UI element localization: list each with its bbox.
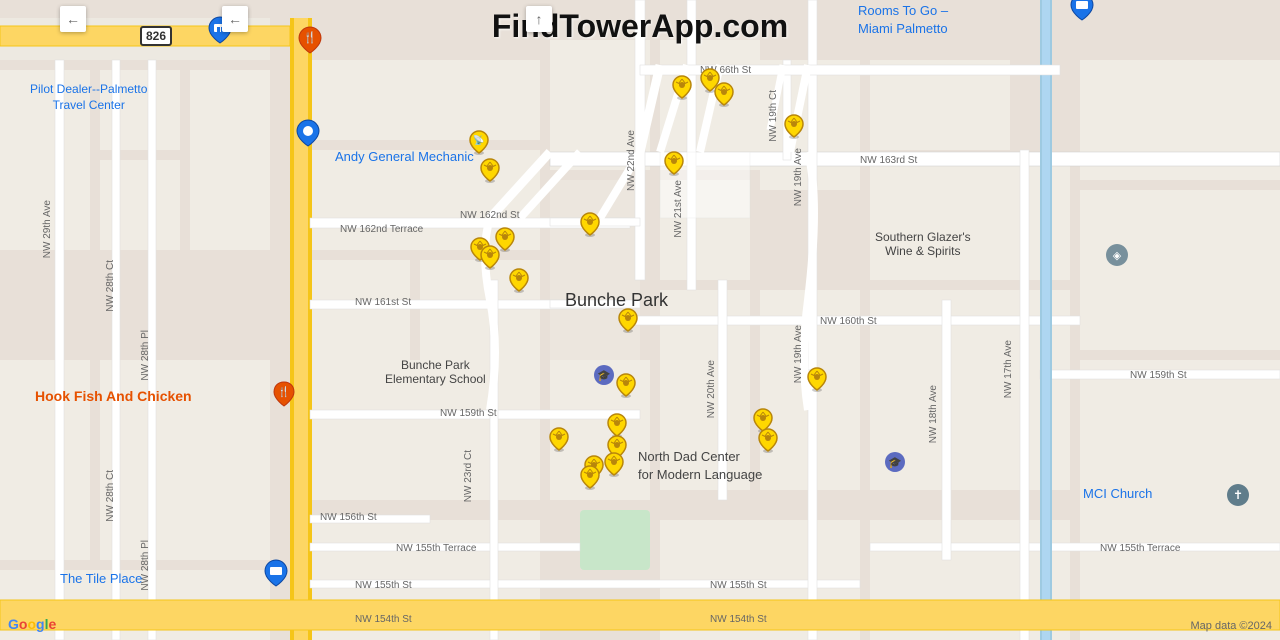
tile-place-label[interactable]: The Tile Place (60, 570, 142, 588)
bunche-school-label[interactable]: Bunche ParkElementary School (385, 358, 486, 386)
map-container: FindTowerApp.com ← ← ↑ 826 📡 🍴 (0, 0, 1280, 640)
tower-pin-11[interactable] (603, 451, 625, 477)
google-logo: Google (8, 616, 56, 632)
map-data-credit: Map data ©2024 (1191, 620, 1273, 632)
tower-pin-4[interactable] (508, 267, 530, 293)
route-shield: 826 (140, 26, 172, 46)
tower-pin-14[interactable] (663, 150, 685, 176)
nav-back-button-1[interactable]: ← (60, 6, 86, 32)
tower-pin-9[interactable] (548, 426, 570, 452)
nav-back-button-2[interactable]: ← (222, 6, 248, 32)
tower-pin-5[interactable] (579, 211, 601, 237)
hook-fish-label[interactable]: Hook Fish And Chicken (35, 388, 192, 406)
tower-pin-7[interactable] (615, 372, 637, 398)
mci-church-label[interactable]: MCI Church (1083, 485, 1152, 503)
tower-pin-13[interactable] (579, 464, 601, 490)
tower-pin-3[interactable] (479, 244, 501, 270)
southern-glazers-label[interactable]: Southern Glazer'sWine & Spirits (875, 230, 971, 258)
andy-mechanic-label[interactable]: Andy General Mechanic (335, 148, 474, 166)
tower-pin-21[interactable] (783, 113, 805, 139)
nav-up-button[interactable]: ↑ (526, 6, 552, 32)
bunche-park-label: Bunche Park (565, 290, 668, 311)
tower-pin-17[interactable] (713, 81, 735, 107)
tower-pin-0[interactable] (479, 157, 501, 183)
tower-pin-20[interactable] (806, 366, 828, 392)
north-dad-label[interactable]: North Dad Centerfor Modern Language (638, 448, 762, 484)
tower-pin-15[interactable] (671, 74, 693, 100)
pilot-dealer-label[interactable]: Pilot Dealer--PalmettoTravel Center (30, 82, 147, 113)
rooms-to-go-label[interactable]: Rooms To Go –Miami Palmetto (858, 2, 948, 38)
